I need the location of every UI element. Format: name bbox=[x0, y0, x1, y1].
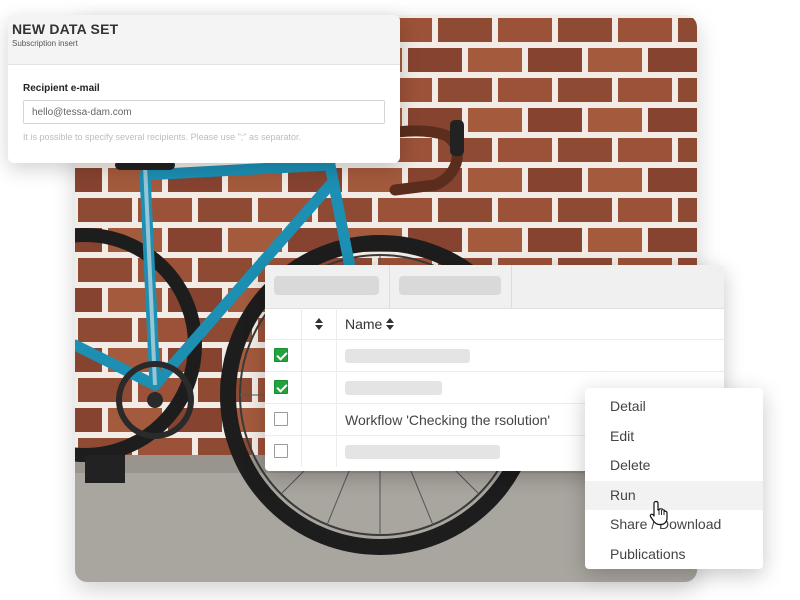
menu-item-detail[interactable]: Detail bbox=[585, 392, 763, 422]
menu-item-run[interactable]: Run bbox=[585, 480, 763, 510]
checkbox-icon[interactable] bbox=[274, 444, 288, 458]
subscription-form-card: NEW DATA SET Subscription insert Recipie… bbox=[8, 15, 400, 163]
recipient-email-label: Recipient e-mail bbox=[23, 83, 100, 94]
column-header-name[interactable]: Name bbox=[345, 316, 382, 332]
menu-item-edit[interactable]: Edit bbox=[585, 422, 763, 452]
row-name: Workflow 'Checking the rsolution' bbox=[345, 412, 551, 428]
toolbar-divider bbox=[389, 265, 390, 308]
checkbox-icon[interactable] bbox=[274, 380, 288, 394]
form-title: NEW DATA SET bbox=[12, 21, 119, 37]
checkbox-icon[interactable] bbox=[274, 412, 288, 426]
recipient-email-field[interactable] bbox=[23, 100, 385, 124]
menu-item-delete[interactable]: Delete bbox=[585, 451, 763, 481]
hand-cursor-icon bbox=[649, 500, 668, 526]
table-row[interactable] bbox=[265, 340, 724, 372]
header-sort-cell[interactable] bbox=[301, 308, 337, 339]
sort-icon[interactable] bbox=[315, 318, 323, 330]
toolbar-button-placeholder[interactable] bbox=[399, 276, 501, 295]
toolbar-button-placeholder[interactable] bbox=[274, 276, 379, 295]
sort-icon[interactable] bbox=[386, 318, 394, 330]
form-subtitle: Subscription insert bbox=[12, 39, 78, 48]
row-name-placeholder bbox=[345, 349, 470, 363]
table-header-row: Name bbox=[265, 308, 724, 340]
toolbar-divider bbox=[511, 265, 512, 308]
recipient-hint: It is possible to specify several recipi… bbox=[23, 132, 302, 142]
menu-item-publications[interactable]: Publications bbox=[585, 540, 763, 570]
checkbox-icon[interactable] bbox=[274, 348, 288, 362]
form-header: NEW DATA SET Subscription insert bbox=[8, 15, 400, 65]
table-toolbar bbox=[265, 265, 724, 309]
row-name-placeholder bbox=[345, 445, 500, 459]
row-name-placeholder bbox=[345, 381, 442, 395]
header-select-cell bbox=[265, 308, 302, 339]
form-body: Recipient e-mail It is possible to speci… bbox=[8, 65, 400, 142]
header-name-cell[interactable]: Name bbox=[336, 308, 724, 339]
row-context-menu: Detail Edit Delete Run Share / Download … bbox=[585, 388, 763, 569]
menu-item-share-download[interactable]: Share / Download bbox=[585, 510, 763, 540]
